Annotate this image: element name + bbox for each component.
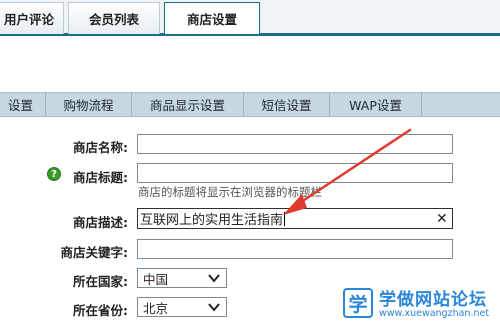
- watermark-logo: 学: [343, 288, 373, 318]
- site-watermark: 学 学做网站论坛 www.xuewangzhan.net: [341, 284, 500, 323]
- annotation-arrow: [283, 128, 412, 215]
- watermark-url: www.xuewangzhan.net: [379, 308, 490, 319]
- watermark-title: 学做网站论坛: [379, 290, 487, 310]
